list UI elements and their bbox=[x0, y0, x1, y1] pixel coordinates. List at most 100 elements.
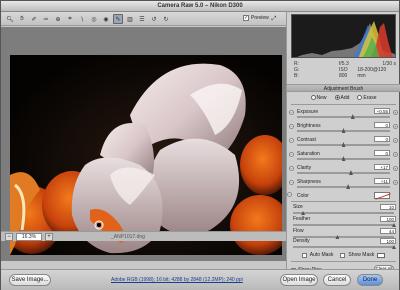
sharpness-track[interactable] bbox=[297, 186, 390, 188]
size-label: Size bbox=[293, 204, 303, 210]
auto-mask-label: Auto Mask bbox=[309, 252, 334, 258]
open-image-button[interactable]: Open Image bbox=[280, 274, 318, 286]
photo-still-life bbox=[10, 55, 282, 255]
preferences-icon[interactable]: ☰ bbox=[137, 14, 147, 24]
exposure-increase-button[interactable]: + bbox=[393, 110, 398, 115]
sharpness-label: Sharpness bbox=[297, 179, 321, 185]
color-row: − Color bbox=[287, 191, 398, 201]
size-track[interactable] bbox=[293, 212, 394, 214]
brightness-value[interactable]: 0 bbox=[374, 122, 390, 128]
adjustment-brush-icon[interactable]: ✎ bbox=[113, 14, 123, 24]
contrast-increase-button[interactable]: + bbox=[393, 138, 398, 143]
histogram bbox=[291, 14, 396, 58]
density-slider[interactable]: Density 100 bbox=[291, 238, 396, 250]
contrast-value[interactable]: 0 bbox=[374, 136, 390, 142]
zoom-out-button[interactable]: − bbox=[5, 233, 13, 241]
clarity-decrease-button[interactable]: − bbox=[289, 166, 294, 171]
mode-erase[interactable]: Erase bbox=[357, 95, 376, 101]
clarity-track[interactable] bbox=[297, 172, 390, 174]
rotate-left-icon[interactable]: ↺ bbox=[149, 14, 159, 24]
divider bbox=[291, 104, 396, 105]
mode-erase-label: Erase bbox=[363, 95, 377, 101]
zoom-level-field[interactable]: 16.3% bbox=[16, 233, 42, 241]
mode-new-radio[interactable] bbox=[310, 95, 316, 101]
brightness-decrease-button[interactable]: − bbox=[289, 124, 294, 129]
cancel-button[interactable]: Cancel bbox=[323, 274, 351, 286]
zoom-in-button[interactable]: + bbox=[45, 233, 53, 241]
bottom-bar: Save Image... Adobe RGB (1998); 16 bit; … bbox=[1, 269, 399, 290]
save-image-button[interactable]: Save Image... bbox=[9, 274, 51, 286]
image-canvas[interactable] bbox=[1, 27, 286, 261]
feather-track[interactable] bbox=[293, 224, 394, 226]
color-label: Color bbox=[297, 193, 309, 199]
mode-erase-radio[interactable] bbox=[357, 95, 363, 101]
white-balance-icon[interactable]: ✐ bbox=[29, 14, 39, 24]
histogram-graph bbox=[297, 21, 395, 57]
saturation-decrease-button[interactable]: − bbox=[289, 152, 294, 157]
flow-label: Flow bbox=[293, 228, 304, 234]
exposure-label: Exposure bbox=[297, 109, 319, 115]
pixel-readout: R: G: B: f/5.3 1/30 s ISO 800 18-200@120 m… bbox=[291, 59, 396, 83]
clarity-value[interactable]: +17 bbox=[374, 164, 390, 170]
brightness-increase-button[interactable]: + bbox=[393, 124, 398, 129]
clarity-increase-button[interactable]: + bbox=[393, 166, 398, 171]
brush-mode-group: New Add Erase bbox=[287, 94, 400, 102]
photo-preview[interactable] bbox=[10, 55, 282, 255]
red-eye-icon[interactable]: ◉ bbox=[101, 14, 111, 24]
contrast-decrease-button[interactable]: − bbox=[289, 138, 294, 143]
spot-removal-icon[interactable]: ◎ bbox=[89, 14, 99, 24]
exposure-slider[interactable]: − Exposure +0.55 + bbox=[289, 108, 398, 121]
size-value[interactable]: 10 bbox=[380, 204, 396, 210]
clarity-label: Clarity bbox=[297, 165, 312, 171]
mode-new[interactable]: New bbox=[310, 95, 327, 101]
mode-add-radio[interactable] bbox=[334, 95, 340, 101]
saturation-slider[interactable]: − Saturation 0 + bbox=[289, 150, 398, 163]
rgb-readout: R: G: B: bbox=[294, 61, 299, 79]
brightness-slider[interactable]: − Brightness 0 + bbox=[289, 122, 398, 135]
flow-value[interactable]: 44 bbox=[380, 228, 396, 234]
graduated-filter-icon[interactable]: ▥ bbox=[125, 14, 135, 24]
camera-info: f/5.3 1/30 s ISO 800 18-200@120 mm bbox=[339, 61, 396, 79]
color-swatch[interactable] bbox=[374, 192, 390, 199]
show-mask-checkbox[interactable] bbox=[340, 252, 346, 258]
sharpness-value[interactable]: +11 bbox=[374, 178, 390, 184]
zoom-icon[interactable]: 🔍︎ bbox=[5, 14, 15, 24]
mode-add[interactable]: Add bbox=[334, 95, 350, 101]
density-label: Density bbox=[293, 238, 310, 244]
saturation-label: Saturation bbox=[297, 151, 320, 157]
straighten-icon[interactable]: ∖ bbox=[77, 14, 87, 24]
target-adjust-icon[interactable]: ⊕ bbox=[53, 14, 63, 24]
sharpness-decrease-button[interactable]: − bbox=[289, 180, 294, 185]
sharpness-increase-button[interactable]: + bbox=[393, 180, 398, 185]
crop-icon[interactable]: ⌗ bbox=[65, 14, 75, 24]
mode-add-label: Add bbox=[340, 95, 350, 101]
clarity-slider[interactable]: − Clarity +17 + bbox=[289, 164, 398, 177]
size-slider[interactable]: Size 10 bbox=[291, 204, 396, 216]
done-button[interactable]: Done bbox=[357, 274, 383, 286]
rotate-right-icon[interactable]: ↻ bbox=[161, 14, 171, 24]
saturation-increase-button[interactable]: + bbox=[393, 152, 398, 157]
iso: ISO 800 bbox=[339, 67, 348, 79]
preview-checkbox[interactable]: ✓ bbox=[243, 15, 249, 21]
color-sampler-icon[interactable]: ✑ bbox=[41, 14, 51, 24]
feather-value[interactable]: 100 bbox=[380, 216, 396, 222]
contrast-slider[interactable]: − Contrast 0 + bbox=[289, 136, 398, 149]
saturation-value[interactable]: 0 bbox=[374, 150, 390, 156]
preview-toggle[interactable]: ✓ Preview bbox=[243, 15, 269, 21]
brightness-label: Brightness bbox=[297, 123, 321, 129]
exposure-decrease-button[interactable]: − bbox=[289, 110, 294, 115]
mask-color-swatch[interactable] bbox=[377, 252, 386, 258]
exposure-track[interactable] bbox=[297, 116, 390, 118]
density-track[interactable] bbox=[293, 246, 394, 248]
fullscreen-icon[interactable]: ⤢ bbox=[269, 14, 279, 24]
workflow-options-link[interactable]: Adobe RGB (1998); 16 bit; 4288 by 2848 (… bbox=[111, 277, 243, 283]
feather-slider[interactable]: Feather 100 bbox=[291, 216, 396, 228]
filename-label: _ANP1017.dng bbox=[111, 234, 145, 240]
exposure-value[interactable]: +0.55 bbox=[374, 108, 390, 114]
auto-mask-checkbox[interactable] bbox=[301, 252, 307, 258]
density-value[interactable]: 100 bbox=[380, 238, 396, 244]
b-label: B: bbox=[294, 73, 299, 79]
preview-label: Preview bbox=[251, 15, 269, 21]
hand-icon[interactable]: ✋︎ bbox=[17, 14, 27, 24]
color-decrease-button[interactable]: − bbox=[287, 192, 292, 197]
